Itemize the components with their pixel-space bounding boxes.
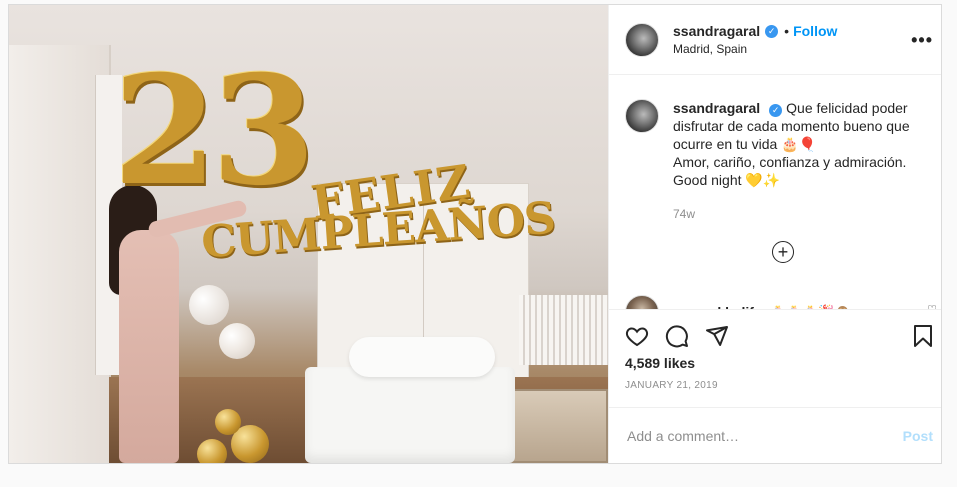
post-photo[interactable]: 23 FELIZ CUMPLEAÑOS [9,5,608,463]
verified-badge-icon: ✓ [765,24,779,38]
side-table [507,389,608,463]
post-side-panel: ssandragaral ✓ • Follow Madrid, Spain ••… [608,5,941,463]
bookmark-icon[interactable] [911,324,935,348]
woman-body [119,230,179,463]
comment-icon[interactable] [665,324,689,348]
author-avatar[interactable] [625,22,659,57]
header-line: ssandragaral ✓ • Follow [673,23,837,39]
caption-username[interactable]: ssandragaral [673,100,760,116]
post-location[interactable]: Madrid, Spain [673,42,837,56]
verified-badge-icon: ✓ [769,104,783,117]
radiator [519,295,608,365]
post-date[interactable]: JANUARY 21, 2019 [609,380,941,391]
woman-arm [147,199,248,239]
white-sofa [305,367,515,463]
share-icon[interactable] [705,324,729,348]
post-comment-button[interactable]: Post [903,428,933,444]
more-options-icon[interactable]: ••• [911,31,933,49]
header-text: ssandragaral ✓ • Follow Madrid, Spain [673,23,837,56]
clear-balloon [189,285,229,325]
plus-circle-icon: + [777,242,789,262]
caption-text-line2: Amor, cariño, confianza y admiración. [673,154,907,170]
comment-item: mo_a_khalifa 🎂🎂🎂🎉🙈 [625,295,851,309]
follow-button[interactable]: Follow [793,23,837,39]
load-more-comments-button[interactable]: + [772,241,794,263]
caption-time-ago[interactable]: 74w [673,205,933,223]
caption: ssandragaral ✓ Que felicidad poder disfrut… [609,75,941,223]
caption-text-line3: Good night 💛✨ [673,172,781,188]
heart-icon[interactable] [625,324,649,348]
sofa-cushion [349,337,495,377]
add-comment-bar: Post [609,407,941,463]
action-bar [609,309,941,361]
author-username[interactable]: ssandragaral [673,23,760,39]
caption-avatar[interactable] [625,99,659,133]
separator-dot: • [784,23,790,39]
instagram-post: 23 FELIZ CUMPLEAÑOS ssandragaral ✓ • Fol… [8,4,942,464]
gold-balloon [197,439,227,463]
caption-text-block: ssandragaral ✓ Que felicidad poder disfrut… [673,99,933,153]
post-header: ssandragaral ✓ • Follow Madrid, Spain ••… [609,5,941,75]
commenter-avatar[interactable] [625,295,659,309]
comments-area: ssandragaral ✓ Que felicidad poder disfrut… [609,75,941,309]
comment-input[interactable] [625,426,903,445]
gold-balloon [215,409,241,435]
caption-body: ssandragaral ✓ Que felicidad poder disfrut… [673,99,933,223]
clear-balloon [219,323,255,359]
